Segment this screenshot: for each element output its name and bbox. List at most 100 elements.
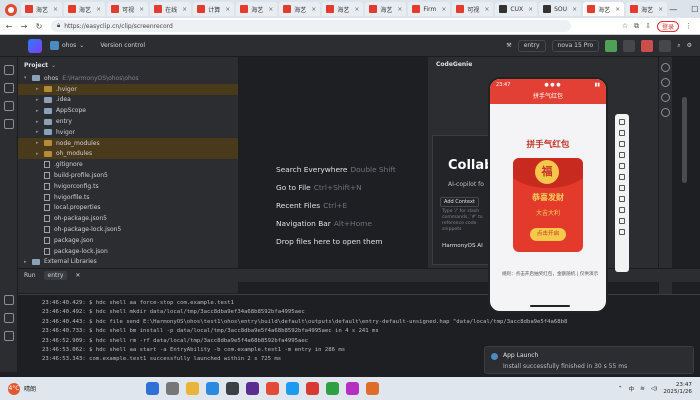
- problems-tool-icon[interactable]: [3, 331, 14, 341]
- chevron-up-icon[interactable]: ⌃: [618, 386, 623, 392]
- device-selector[interactable]: nova 15 Pro: [551, 39, 600, 52]
- download-icon[interactable]: ⇩: [645, 22, 651, 30]
- wechat-icon[interactable]: [326, 382, 340, 395]
- browser-tab[interactable]: 海艺 ×: [236, 2, 278, 16]
- hammer-icon[interactable]: ⚒: [506, 42, 511, 49]
- profile-run-button[interactable]: [659, 39, 672, 52]
- close-tab-icon[interactable]: ×: [658, 6, 663, 13]
- browser-tab[interactable]: 在线 ×: [150, 2, 192, 16]
- volume-icon[interactable]: ◁): [651, 386, 657, 392]
- welcome-action[interactable]: Search Everywhere Double Shift: [276, 165, 396, 174]
- project-tool-icon[interactable]: [3, 65, 14, 75]
- run-button[interactable]: [605, 39, 618, 52]
- minimize-icon[interactable]: —: [669, 5, 677, 14]
- device-manager-icon[interactable]: [661, 108, 670, 117]
- browser-taskbar-icon[interactable]: [266, 382, 280, 395]
- menu-icon[interactable]: ⋮: [685, 22, 692, 30]
- close-icon[interactable]: ✕: [75, 272, 80, 279]
- tree-item[interactable]: ▸ AppScope: [18, 105, 238, 116]
- browser-tab[interactable]: Firm ×: [408, 2, 451, 16]
- module-selector[interactable]: entry: [517, 39, 546, 52]
- ide-taskbar-icon[interactable]: [246, 382, 260, 395]
- add-context-button[interactable]: Add Context: [440, 197, 479, 207]
- location-icon[interactable]: [619, 174, 625, 180]
- close-tab-icon[interactable]: ×: [354, 6, 359, 13]
- recorder-icon[interactable]: [306, 382, 320, 395]
- chevron-down-icon[interactable]: ⌄: [51, 62, 56, 69]
- search-icon[interactable]: ⌕: [677, 42, 680, 50]
- close-tab-icon[interactable]: ×: [572, 6, 577, 13]
- browser-tab[interactable]: 计算 ×: [193, 2, 235, 16]
- maximize-icon[interactable]: ☐: [691, 5, 698, 14]
- terminal-tool-icon[interactable]: [3, 313, 14, 323]
- browser-tab[interactable]: 可视 ×: [452, 2, 494, 16]
- close-tab-icon[interactable]: ×: [268, 6, 273, 13]
- profile-button[interactable]: 登录: [656, 20, 679, 32]
- previewer-icon[interactable]: [661, 93, 670, 102]
- url-field[interactable]: 🔒︎ https://easyclip.cn/clip/screenrecord: [51, 20, 571, 32]
- start-icon[interactable]: [146, 382, 160, 395]
- expand-arrow-icon[interactable]: ▸: [36, 119, 44, 125]
- tree-item[interactable]: .gitignore: [18, 159, 238, 170]
- browser-tab[interactable]: 海艺 ×: [279, 2, 321, 16]
- browser-tab[interactable]: 可视 ×: [107, 2, 149, 16]
- welcome-action[interactable]: Go to File Ctrl+Shift+N: [276, 183, 362, 192]
- red-packet[interactable]: 福 恭喜发财 大吉大利 点击开启: [513, 158, 583, 252]
- browser-app-icon[interactable]: [4, 2, 18, 16]
- close-tab-icon[interactable]: ×: [53, 6, 58, 13]
- close-tab-icon[interactable]: ×: [397, 6, 402, 13]
- codegenie-input[interactable]: Type '/' for slash commands, '#' to refe…: [442, 209, 486, 233]
- tree-item[interactable]: hvigorfile.ts: [18, 192, 238, 203]
- version-control-menu[interactable]: Version control: [100, 42, 145, 49]
- launch-notification[interactable]: App Launch Install successfully finished…: [484, 346, 694, 374]
- browser-tab[interactable]: 海艺 ×: [583, 2, 625, 16]
- tree-item[interactable]: package-lock.json: [18, 246, 238, 257]
- close-tab-icon[interactable]: ×: [528, 6, 533, 13]
- close-tab-icon[interactable]: ×: [182, 6, 187, 13]
- wifi-icon[interactable]: ≋: [640, 386, 645, 392]
- chat-icon[interactable]: [286, 382, 300, 395]
- clock[interactable]: 23:47 2025/1/26: [663, 382, 692, 396]
- gear-icon[interactable]: ⚙: [687, 42, 692, 49]
- stop-button[interactable]: [641, 39, 654, 52]
- terminal-icon[interactable]: [226, 382, 240, 395]
- browser-tab[interactable]: 海艺 ×: [626, 2, 668, 16]
- forward-icon[interactable]: →: [18, 22, 30, 31]
- scrollbar-thumb[interactable]: [682, 97, 687, 183]
- commit-tool-icon[interactable]: [3, 83, 14, 93]
- browser-tab[interactable]: 海艺 ×: [365, 2, 407, 16]
- tree-item[interactable]: ▾ ohos E:\HarmonyOS\ohos\ohos: [18, 73, 238, 84]
- project-selector[interactable]: ohos ⌄: [50, 41, 84, 50]
- codegenie-icon[interactable]: [661, 78, 670, 87]
- keyboard-icon[interactable]: [619, 185, 625, 191]
- volume-up-icon[interactable]: [619, 130, 625, 136]
- phone-emulator[interactable]: 23:47 ● ● ● ▮▮ 拼手气红包 拼手气红包 福 恭喜发财 大吉大利 点…: [488, 77, 608, 313]
- recents-icon[interactable]: [619, 218, 625, 224]
- expand-arrow-icon[interactable]: ▸: [36, 129, 44, 135]
- expand-arrow-icon[interactable]: ▸: [24, 259, 32, 265]
- close-tab-icon[interactable]: ×: [225, 6, 230, 13]
- back-nav-icon[interactable]: [619, 207, 625, 213]
- extensions-icon[interactable]: ⧉: [634, 22, 639, 31]
- more-tools-icon[interactable]: [3, 119, 14, 129]
- home-icon[interactable]: [619, 196, 625, 202]
- notifications-icon[interactable]: [661, 63, 670, 72]
- expand-arrow-icon[interactable]: ▸: [36, 151, 44, 157]
- expand-arrow-icon[interactable]: ▸: [36, 97, 44, 103]
- browser-tab[interactable]: 海艺 ×: [64, 2, 106, 16]
- tree-item[interactable]: local.properties: [18, 203, 238, 214]
- input-language[interactable]: 中: [629, 385, 635, 393]
- tree-item[interactable]: ▸ node_modules: [18, 137, 238, 149]
- welcome-action[interactable]: Navigation Bar Alt+Home: [276, 219, 372, 228]
- screenshot-icon[interactable]: [619, 163, 625, 169]
- search-icon[interactable]: [166, 382, 180, 395]
- power-icon[interactable]: [619, 119, 625, 125]
- tree-item[interactable]: ▸ .idea: [18, 95, 238, 106]
- expand-arrow-icon[interactable]: ▸: [36, 86, 44, 92]
- expand-arrow-icon[interactable]: ▾: [24, 75, 32, 81]
- browser-tab[interactable]: 海艺 ×: [322, 2, 364, 16]
- media-icon[interactable]: [346, 382, 360, 395]
- model-selector[interactable]: HarmonyOS AI: [442, 243, 483, 249]
- expand-arrow-icon[interactable]: ▸: [36, 140, 44, 146]
- tree-item[interactable]: ▸ External Libraries: [18, 257, 238, 268]
